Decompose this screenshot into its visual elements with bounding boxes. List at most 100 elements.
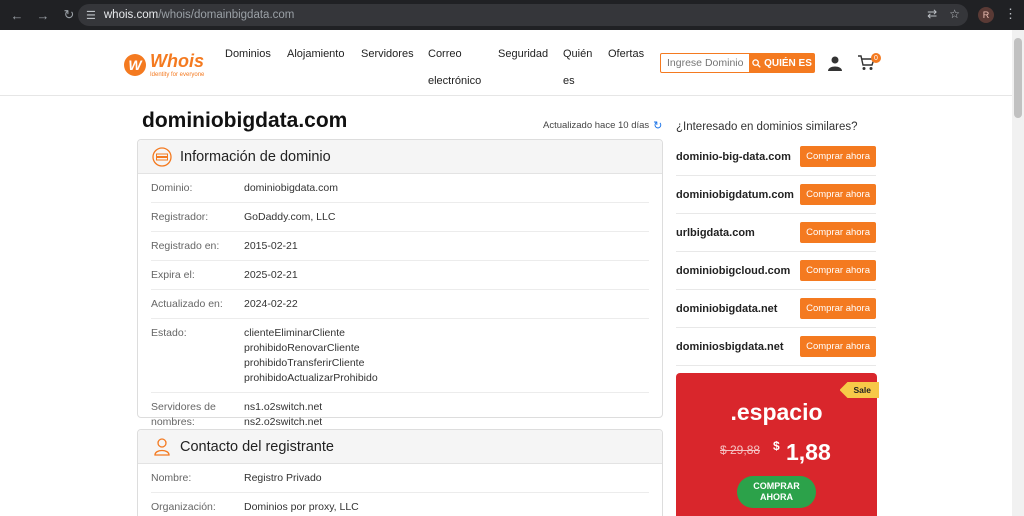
info-row: Nombre: Registro Privado bbox=[151, 464, 649, 493]
info-row: Registrador: GoDaddy.com, LLC bbox=[151, 203, 649, 232]
logo-mark-icon: W bbox=[124, 54, 146, 76]
info-row: Actualizado en: 2024-02-22 bbox=[151, 290, 649, 319]
info-value-line: clienteEliminarCliente bbox=[244, 327, 345, 339]
info-value-line: 2024-02-22 bbox=[244, 298, 298, 310]
domain-search-input[interactable] bbox=[660, 53, 750, 73]
sale-badge: Sale bbox=[839, 382, 879, 398]
info-row: Registrado en: 2015-02-21 bbox=[151, 232, 649, 261]
domain-info-rows: Dominio: dominiobigdata.com Registrador: Go… bbox=[138, 174, 662, 436]
nav-servidores[interactable]: Servidores bbox=[361, 41, 414, 68]
promo-new-price: 1,88 bbox=[786, 439, 831, 465]
url-host: whois.com bbox=[103, 9, 159, 21]
similar-domain-item: dominiobigdata.net Comprar ahora bbox=[676, 290, 876, 328]
registrant-title: Contacto del registrante bbox=[180, 438, 334, 455]
page-scrollbar[interactable] bbox=[1012, 30, 1024, 516]
nav-correo-electronico[interactable]: Correo electrónico bbox=[428, 41, 481, 95]
person-icon bbox=[154, 437, 170, 456]
promo-old-price: $ 29,88 bbox=[720, 443, 761, 457]
nav-quien-line2: es bbox=[563, 75, 575, 87]
promo-currency: $ bbox=[773, 439, 780, 453]
similar-domain-item: dominiosbigdata.net Comprar ahora bbox=[676, 328, 876, 366]
user-account-icon[interactable] bbox=[827, 55, 843, 71]
buy-now-button[interactable]: Comprar ahora bbox=[800, 222, 876, 243]
similar-domain-name: urlbigdata.com bbox=[676, 226, 755, 239]
promo-tld: .espacio bbox=[730, 399, 823, 425]
profile-avatar[interactable]: R bbox=[978, 7, 994, 23]
similar-domain-name: dominiobigcloud.com bbox=[676, 264, 791, 277]
bookmark-star-icon[interactable]: ☆ bbox=[949, 7, 960, 21]
info-row-value: 2025-02-21 bbox=[244, 268, 298, 283]
info-row: Dominio: dominiobigdata.com bbox=[151, 174, 649, 203]
nav-ofertas[interactable]: Ofertas bbox=[608, 41, 644, 68]
similar-domain-name: dominiosbigdata.net bbox=[676, 340, 784, 353]
nav-quien-line1: Quién bbox=[563, 48, 593, 60]
site-header: W Whois Identity for everyone Dominios A… bbox=[0, 30, 1012, 96]
scrollbar-thumb[interactable] bbox=[1014, 38, 1022, 118]
server-icon bbox=[152, 146, 172, 167]
nav-correo-line1: Correo bbox=[428, 48, 462, 60]
info-value-line: ns2.o2switch.net bbox=[244, 416, 323, 428]
nav-seguridad[interactable]: Seguridad bbox=[498, 41, 548, 68]
promo-buy-line1: COMPRAR bbox=[753, 481, 800, 491]
search-icon bbox=[752, 58, 761, 68]
nav-correo-line2: electrónico bbox=[428, 75, 482, 87]
info-row-value: 2024-02-22 bbox=[244, 297, 298, 312]
domain-info-card: Información de dominio Dominio: dominiobi… bbox=[137, 139, 663, 428]
browser-toolbar: ← → ↻ ☰ whois.com/whois/domainbigdata.co… bbox=[0, 0, 1024, 30]
similar-domain-item: dominiobigcloud.com Comprar ahora bbox=[676, 252, 876, 290]
page-title: dominiobigdata.com bbox=[142, 109, 348, 132]
logo-tagline: Identity for everyone bbox=[150, 72, 205, 78]
similar-domain-name: dominiobigdata.net bbox=[676, 302, 778, 315]
buy-now-button[interactable]: Comprar ahora bbox=[800, 184, 876, 205]
info-row-label: Estado: bbox=[151, 327, 187, 339]
address-bar[interactable]: ☰ whois.com/whois/domainbigdata.com ⇄ ☆ bbox=[78, 4, 968, 26]
info-value-line: Dominios por proxy, LLC bbox=[244, 501, 359, 513]
similar-domains-heading: ¿Interesado en dominios similares? bbox=[676, 121, 858, 133]
translate-icon[interactable]: ⇄ bbox=[927, 7, 937, 21]
browser-menu-icon[interactable]: ⋮ bbox=[1004, 6, 1017, 22]
whois-search-button[interactable]: QUIÉN ES bbox=[749, 53, 815, 73]
info-row: Expira el: 2025-02-21 bbox=[151, 261, 649, 290]
logo-brand: Whois bbox=[150, 51, 204, 71]
info-row: Estado: clienteEliminarCliente prohibidoRe… bbox=[151, 319, 649, 393]
info-row-value: ns1.o2switch.net ns2.o2switch.net bbox=[244, 400, 322, 430]
buy-now-button[interactable]: Comprar ahora bbox=[800, 260, 876, 281]
info-row-value: dominiobigdata.com bbox=[244, 181, 338, 196]
info-value-line: 2015-02-21 bbox=[244, 240, 298, 252]
nav-dominios[interactable]: Dominios bbox=[225, 41, 271, 68]
registrant-header: Contacto del registrante bbox=[138, 430, 662, 464]
last-updated-text: Actualizado hace 10 días bbox=[543, 120, 650, 131]
refresh-icon[interactable]: ↻ bbox=[653, 119, 662, 132]
info-value-line: Registro Privado bbox=[244, 472, 322, 484]
registrant-rows: Nombre: Registro Privado Organización: Domi… bbox=[138, 464, 662, 516]
similar-domain-item: urlbigdata.com Comprar ahora bbox=[676, 214, 876, 252]
last-updated: Actualizado hace 10 días ↻ bbox=[543, 119, 662, 132]
buy-now-button[interactable]: Comprar ahora bbox=[800, 146, 876, 167]
site-info-icon[interactable]: ☰ bbox=[86, 9, 96, 22]
info-row-label: Actualizado en: bbox=[151, 298, 223, 310]
forward-icon[interactable]: → bbox=[32, 4, 54, 26]
promo-buy-button[interactable]: COMPRAR AHORA bbox=[737, 476, 816, 508]
nav-quien-es[interactable]: Quién es bbox=[563, 41, 592, 95]
info-row-label: Registrado en: bbox=[151, 240, 220, 252]
buy-now-button[interactable]: Comprar ahora bbox=[800, 298, 876, 319]
cart-count-badge: 0 bbox=[871, 53, 881, 63]
info-row-value: clienteEliminarCliente prohibidoRenovarCl… bbox=[244, 326, 378, 386]
whois-logo[interactable]: W Whois Identity for everyone bbox=[124, 52, 204, 78]
url-path: /whois/domainbigdata.com bbox=[158, 9, 295, 21]
nav-alojamiento[interactable]: Alojamiento bbox=[287, 41, 344, 68]
whois-search-label: QUIÉN ES bbox=[764, 57, 812, 69]
info-row-value: Registro Privado bbox=[244, 471, 322, 486]
info-row-value: 2015-02-21 bbox=[244, 239, 298, 254]
info-row-value: GoDaddy.com, LLC bbox=[244, 210, 335, 225]
info-value-line: prohibidoRenovarCliente bbox=[244, 342, 360, 354]
promo-banner[interactable]: Sale .espacio $ 29,88 $ 1,88 COMPRAR AHO… bbox=[676, 373, 879, 516]
reload-icon[interactable]: ↻ bbox=[58, 4, 80, 26]
buy-now-button[interactable]: Comprar ahora bbox=[800, 336, 876, 357]
info-value-line: dominiobigdata.com bbox=[244, 182, 338, 194]
info-row-label: Registrador: bbox=[151, 211, 209, 223]
registrant-card: Contacto del registrante Nombre: Registro… bbox=[137, 429, 663, 516]
info-value-line: ns1.o2switch.net bbox=[244, 401, 323, 413]
back-icon[interactable]: ← bbox=[6, 4, 28, 26]
info-value-line: GoDaddy.com, LLC bbox=[244, 211, 336, 223]
